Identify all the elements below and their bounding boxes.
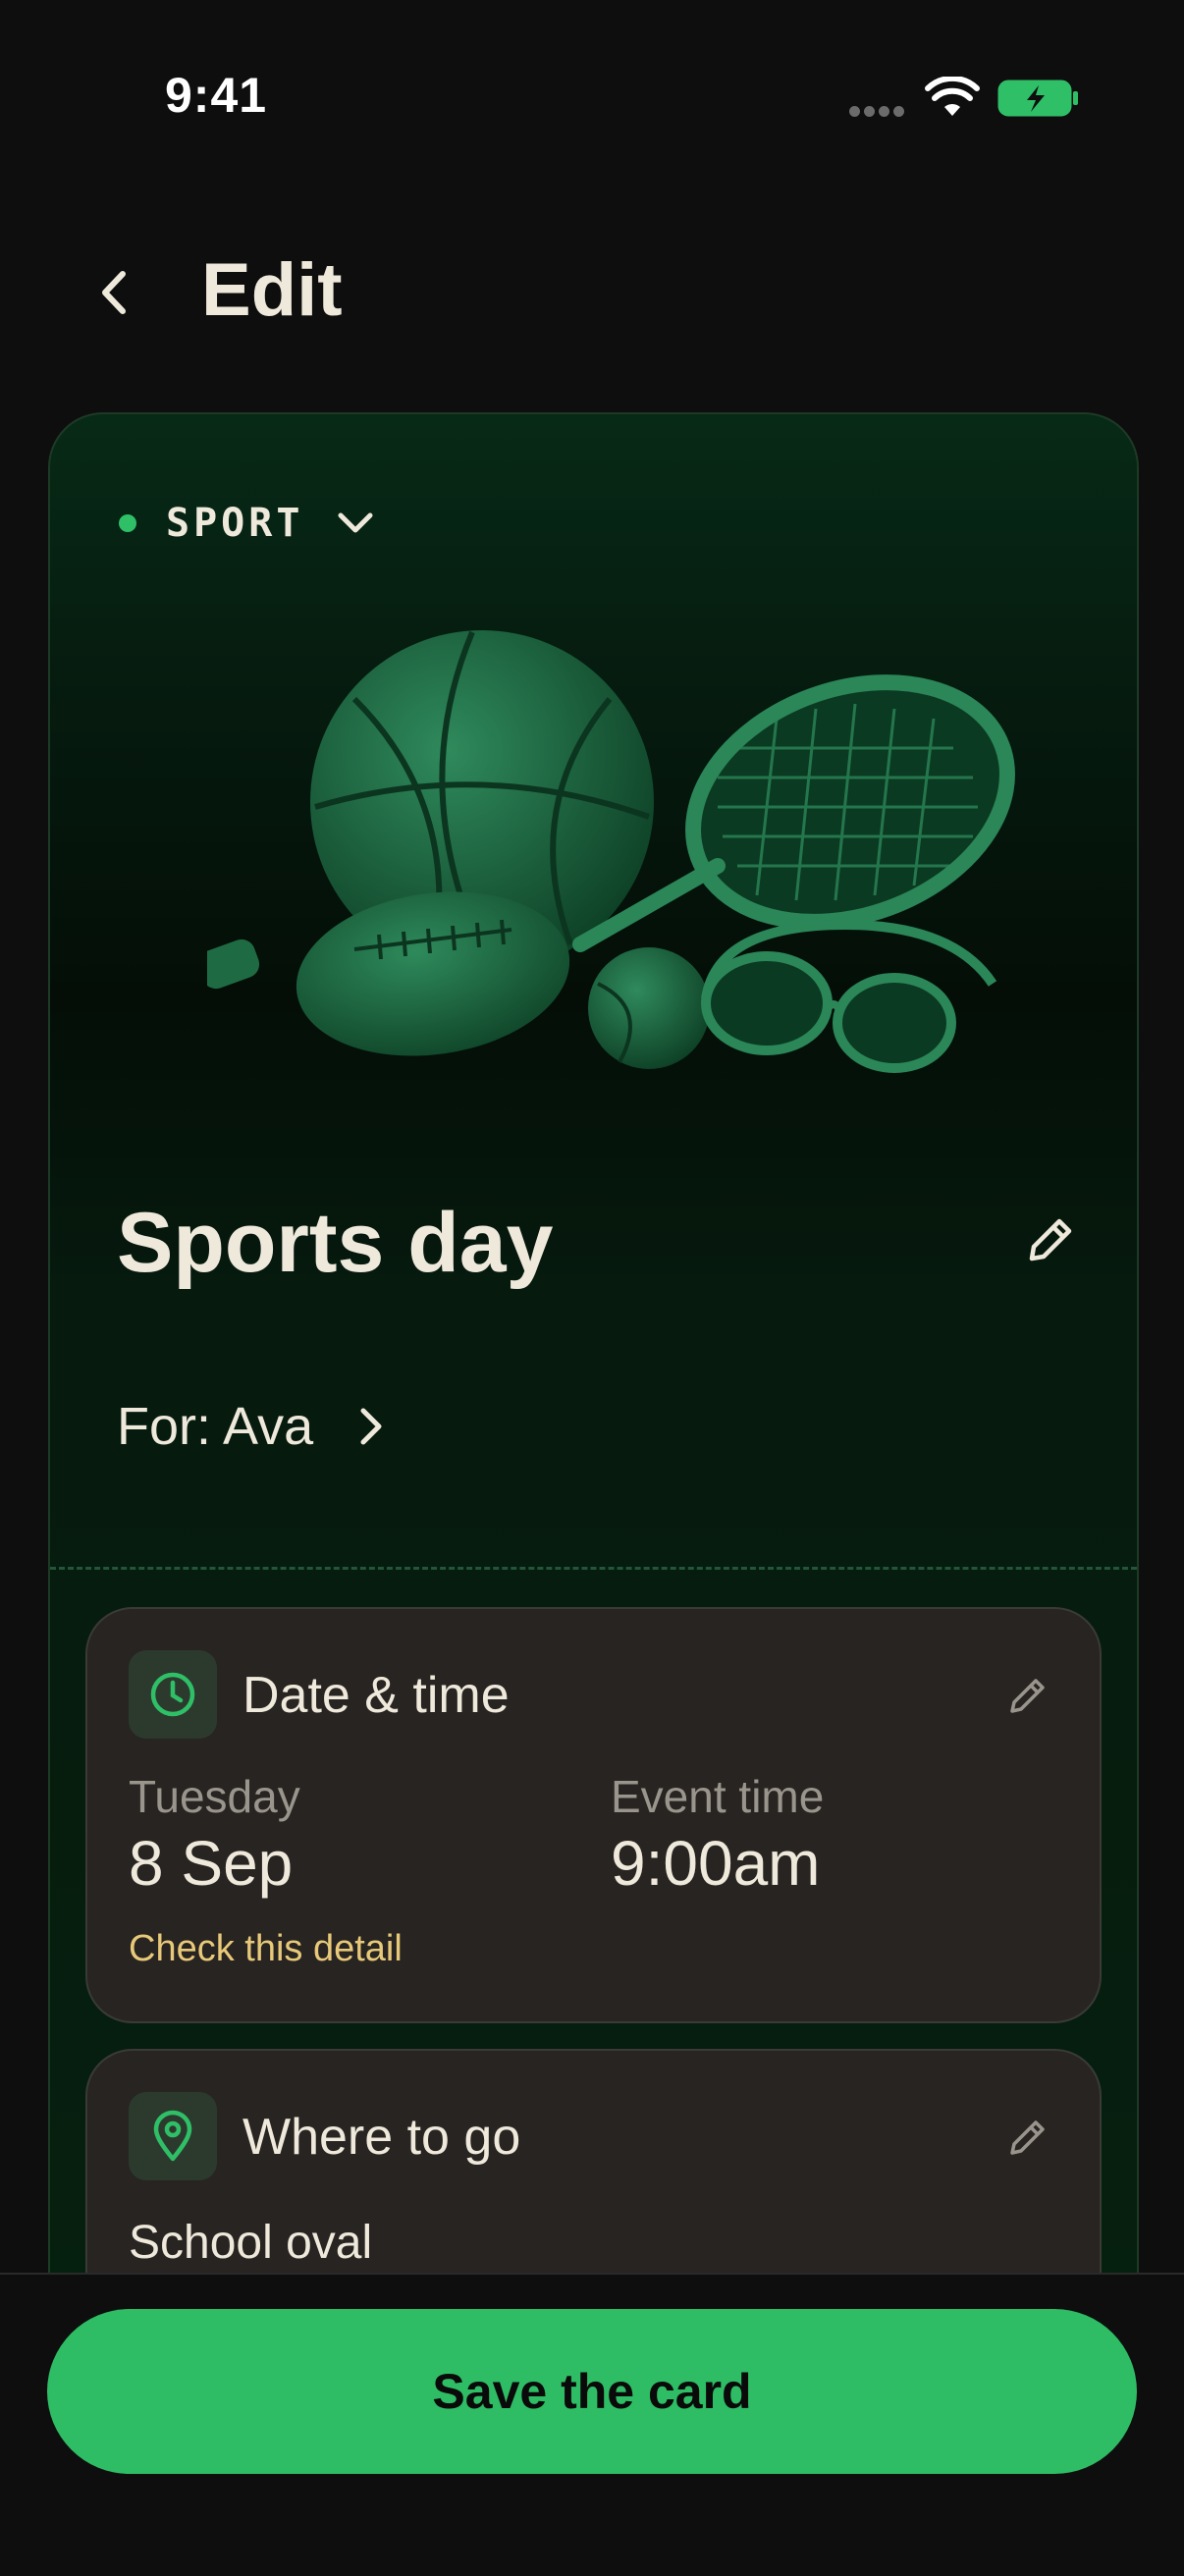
time-label: Event time — [611, 1771, 825, 1822]
category-selector[interactable]: SPORT — [119, 501, 374, 546]
pencil-icon — [1010, 1679, 1045, 1713]
category-dot — [119, 514, 136, 532]
event-title: Sports day — [117, 1196, 554, 1290]
clock-icon — [150, 1672, 195, 1717]
day-label: Tuesday — [129, 1771, 300, 1822]
clock-icon-box — [129, 1650, 217, 1739]
edit-location-button[interactable] — [1006, 2116, 1049, 2159]
wifi-icon — [925, 77, 980, 116]
dashed-divider — [50, 1567, 1137, 1570]
time-value: 9:00am — [611, 1828, 821, 1899]
assignee-label: For: Ava — [117, 1397, 314, 1456]
category-label: SPORT — [166, 501, 304, 546]
pencil-icon — [1010, 2120, 1045, 2155]
signal-icon — [849, 104, 908, 122]
battery-charging-icon — [997, 80, 1078, 117]
back-arrow-icon — [102, 271, 126, 314]
location-pin-icon — [153, 2110, 192, 2162]
sports-equipment-illustration — [207, 630, 1015, 1073]
page-title: Edit — [201, 248, 343, 332]
back-button[interactable] — [84, 263, 143, 322]
chevron-right-icon — [360, 1408, 382, 1445]
edit-date-time-button[interactable] — [1006, 1674, 1049, 1717]
status-time: 9:41 — [165, 68, 268, 123]
pencil-icon — [1029, 1218, 1072, 1261]
check-detail-link[interactable]: Check this detail — [129, 1928, 403, 1970]
date-time-heading: Date & time — [242, 1667, 510, 1724]
save-card-button[interactable]: Save the card — [47, 2309, 1137, 2474]
location-value: School oval — [129, 2217, 373, 2269]
chevron-down-icon — [338, 512, 373, 533]
assignee-row[interactable]: For: Ava — [117, 1396, 386, 1457]
status-bar: 9:41 — [0, 0, 1184, 196]
location-heading: Where to go — [242, 2109, 521, 2166]
location-icon-box — [129, 2092, 217, 2180]
event-card: SPORT Sports day For: Ava Date & time Tu… — [48, 412, 1139, 2360]
edit-title-button[interactable] — [1020, 1211, 1079, 1270]
date-time-card[interactable]: Date & time Tuesday 8 Sep Event time 9:0… — [85, 1607, 1102, 2023]
date-value: 8 Sep — [129, 1828, 294, 1899]
